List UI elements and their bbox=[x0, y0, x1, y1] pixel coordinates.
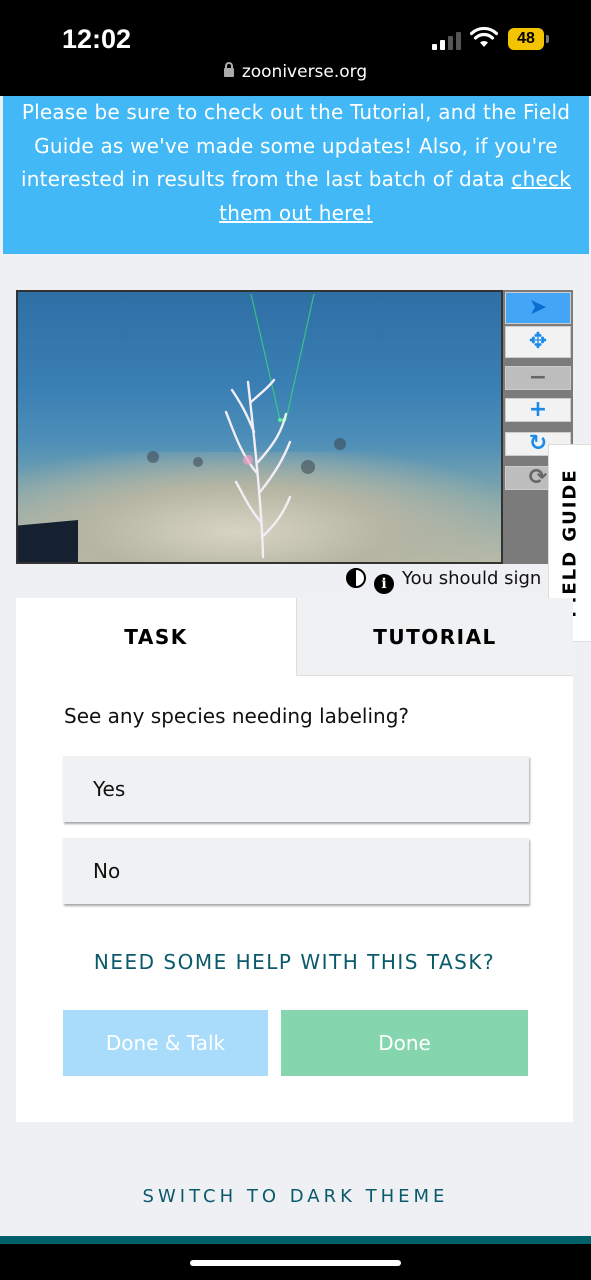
info-icon[interactable]: i bbox=[374, 574, 394, 594]
task-panel: TASK TUTORIAL See any species needing la… bbox=[16, 598, 573, 1122]
address-bar[interactable]: zooniverse.org bbox=[0, 62, 591, 82]
task-help-link[interactable]: NEED SOME HELP WITH THIS TASK? bbox=[16, 950, 573, 974]
dark-theme-toggle[interactable]: SWITCH TO DARK THEME bbox=[0, 1186, 591, 1207]
move-icon[interactable]: ✥ bbox=[505, 326, 571, 358]
answer-no-button[interactable]: No bbox=[63, 838, 529, 904]
home-indicator[interactable] bbox=[190, 1260, 401, 1266]
banner-text: Please be sure to check out the Tutorial… bbox=[21, 100, 571, 191]
url-text: zooniverse.org bbox=[241, 62, 368, 82]
sign-in-note: You should sign in bbox=[402, 568, 548, 589]
zoom-out-icon[interactable]: − bbox=[505, 366, 571, 390]
announcement-banner: Please be sure to check out the Tutorial… bbox=[3, 96, 589, 254]
footer bbox=[0, 1236, 591, 1244]
wifi-icon bbox=[470, 26, 498, 47]
done-and-talk-button[interactable]: Done & Talk bbox=[63, 1010, 268, 1076]
clock: 12:02 bbox=[62, 24, 132, 54]
tab-task[interactable]: TASK bbox=[16, 598, 296, 676]
zoom-in-icon[interactable]: + bbox=[505, 398, 571, 422]
field-guide-label: FIELD GUIDE bbox=[559, 468, 581, 618]
subject-meta: i You should sign in bbox=[346, 568, 548, 596]
equipment-silhouette bbox=[18, 520, 78, 562]
done-button[interactable]: Done bbox=[281, 1010, 528, 1076]
tab-tutorial[interactable]: TUTORIAL bbox=[296, 598, 573, 676]
lock-icon bbox=[223, 62, 234, 77]
contrast-icon[interactable] bbox=[346, 568, 366, 588]
status-bar: 12:02 48 zooniverse.org bbox=[0, 0, 591, 96]
battery-indicator: 48 bbox=[508, 28, 549, 50]
coral-image-overlay bbox=[147, 293, 346, 559]
cellular-signal-icon bbox=[432, 32, 462, 50]
answer-yes-button[interactable]: Yes bbox=[63, 756, 529, 822]
pointer-icon[interactable]: ➤ bbox=[505, 292, 571, 324]
task-question: See any species needing labeling? bbox=[64, 704, 410, 728]
subject-image[interactable] bbox=[16, 290, 503, 564]
